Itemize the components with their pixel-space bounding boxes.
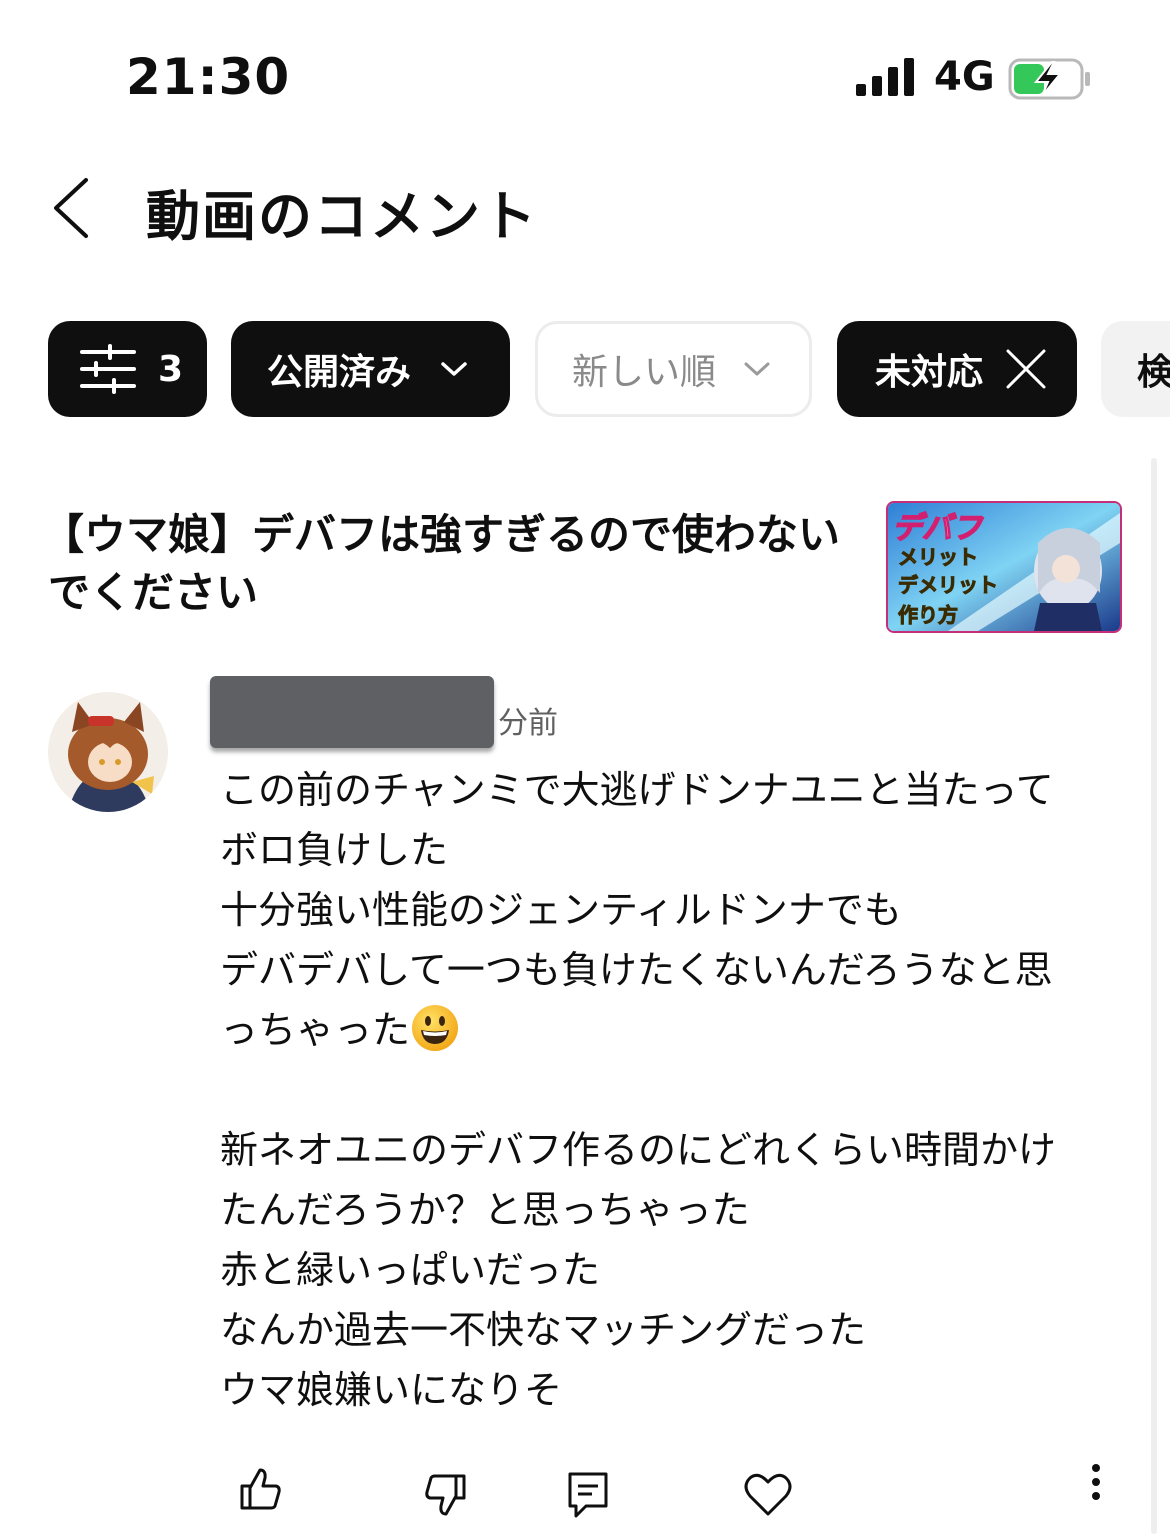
- battery-charging-icon: [1008, 58, 1090, 100]
- redacted-username: [210, 676, 494, 748]
- search-chip-label: 検: [1137, 352, 1170, 393]
- comment-line-blank: [220, 1060, 1100, 1120]
- comment-line: たんだろうか？と思っちゃった: [220, 1188, 750, 1232]
- thumbnail-text-howto: 作り方: [898, 603, 959, 628]
- comment-line: 赤と緑いっぱいだった: [220, 1248, 601, 1292]
- page-title: 動画のコメント: [146, 185, 538, 248]
- sort-label: 新しい順: [572, 352, 717, 393]
- sort-chip[interactable]: 新しい順: [535, 321, 812, 417]
- filters-button[interactable]: 3: [48, 321, 207, 417]
- scrollbar[interactable]: [1151, 458, 1157, 1534]
- back-arrow-icon[interactable]: [48, 176, 92, 240]
- published-label: 公開済み: [267, 352, 412, 393]
- filter-chips-bar: 3 公開済み 新しい順 未対応 検: [48, 321, 1170, 417]
- unresponded-label: 未対応: [875, 352, 984, 393]
- reply-icon[interactable]: [560, 1466, 616, 1522]
- chevron-down-icon: [744, 362, 770, 376]
- grinning-face-emoji-icon: [412, 1005, 459, 1051]
- avatar[interactable]: [48, 692, 168, 812]
- comment-line-with-emoji: っちゃった: [220, 1000, 1100, 1060]
- unresponded-filter-chip[interactable]: 未対応: [837, 321, 1077, 417]
- comment-line: この前のチャンミで大逃げドンナユニと当たって: [220, 768, 1054, 812]
- comment-line: なんか過去一不快なマッチングだった: [220, 1308, 867, 1352]
- published-filter-chip[interactable]: 公開済み: [231, 321, 510, 417]
- thumbnail-text-demerit: デメリット: [898, 573, 999, 598]
- comment-text: この前のチャンミで大逃げドンナユニと当たって ボロ負けした 十分強い性能のジェン…: [220, 760, 1100, 1420]
- video-title-line1: 【ウマ娘】デバフは強すぎるので使わない: [42, 510, 841, 559]
- comment-line: 十分強い性能のジェンティルドンナでも: [220, 888, 902, 932]
- close-icon[interactable]: [1005, 348, 1047, 390]
- status-time: 21:30: [126, 48, 291, 106]
- thumbs-down-icon[interactable]: [418, 1468, 474, 1524]
- thumbs-up-icon[interactable]: [232, 1462, 288, 1518]
- comment-line: ウマ娘嫌いになりそ: [220, 1368, 563, 1412]
- search-chip[interactable]: 検: [1101, 321, 1170, 417]
- thumbnail-text-merit: メリット: [898, 545, 979, 570]
- filter-count: 3: [158, 348, 184, 390]
- comment-line: デバデバして一つも負けたくないんだろうなと思: [220, 948, 1053, 992]
- comment-line: っちゃった: [220, 1008, 411, 1052]
- video-thumbnail[interactable]: デバフ メリット デメリット 作り方: [886, 501, 1122, 633]
- video-title-line2: でください: [48, 568, 259, 617]
- sliders-icon: [80, 344, 136, 394]
- more-icon[interactable]: [1068, 1460, 1124, 1516]
- heart-icon[interactable]: [740, 1466, 796, 1522]
- comment-line: 新ネオユニのデバフ作るのにどれくらい時間かけ: [220, 1128, 1057, 1172]
- network-type: 4G: [934, 54, 995, 100]
- comment-line: ボロ負けした: [220, 828, 449, 872]
- comment-time: 分前: [498, 706, 558, 741]
- video-title[interactable]: 【ウマ娘】デバフは強すぎるので使わない でください: [42, 506, 882, 622]
- chevron-down-icon: [441, 362, 467, 376]
- cellular-signal-icon: [856, 58, 914, 96]
